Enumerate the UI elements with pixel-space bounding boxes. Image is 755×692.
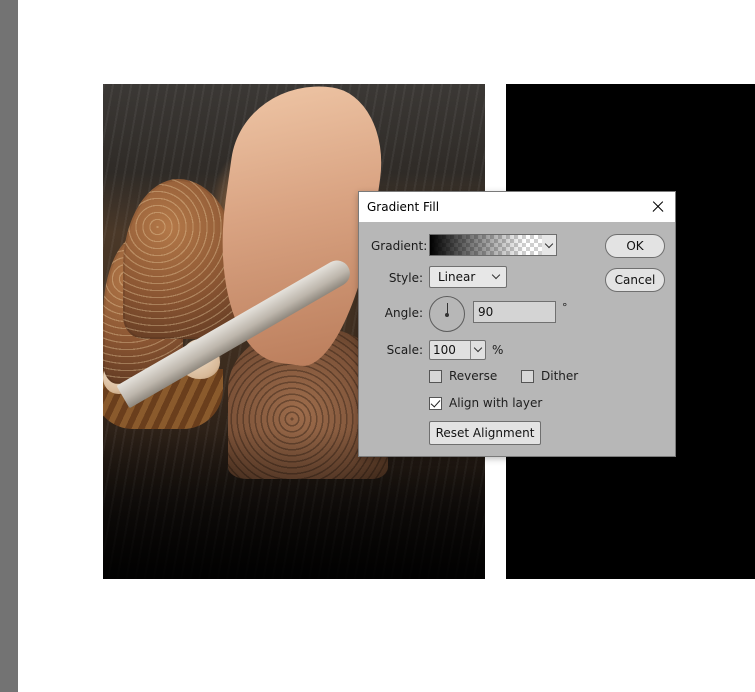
- gradient-ramp: [430, 235, 542, 255]
- gradient-dropdown-button[interactable]: [542, 234, 557, 256]
- dialog-title: Gradient Fill: [367, 200, 440, 214]
- cancel-button[interactable]: Cancel: [605, 268, 665, 292]
- reverse-checkbox-row[interactable]: Reverse: [429, 369, 497, 383]
- angle-label: Angle:: [384, 306, 423, 320]
- angle-hub: [445, 313, 449, 317]
- gradient-fill-dialog: Gradient Fill Gradient: Style: Linear An…: [358, 191, 676, 457]
- align-with-layer-checkbox-row[interactable]: Align with layer: [429, 396, 542, 410]
- reverse-checkbox[interactable]: [429, 369, 442, 383]
- scale-value: 100: [433, 343, 456, 357]
- align-with-layer-label: Align with layer: [449, 396, 543, 410]
- reset-alignment-button[interactable]: Reset Alignment: [429, 421, 541, 445]
- ok-button[interactable]: OK: [605, 234, 665, 258]
- chevron-down-icon: [544, 239, 554, 249]
- gradient-swatch[interactable]: [429, 234, 543, 256]
- align-with-layer-checkbox[interactable]: [429, 396, 442, 410]
- angle-dial[interactable]: [429, 296, 465, 332]
- dither-label: Dither: [541, 369, 579, 383]
- angle-input[interactable]: 90: [473, 301, 556, 323]
- scale-label: Scale:: [386, 343, 423, 357]
- dither-checkbox[interactable]: [521, 369, 534, 383]
- scale-combo[interactable]: 100: [429, 340, 486, 360]
- close-icon[interactable]: [649, 198, 667, 216]
- chevron-down-icon: [473, 343, 483, 353]
- scale-divider: [470, 341, 471, 359]
- dialog-titlebar[interactable]: Gradient Fill: [359, 192, 675, 222]
- left-toolbar-edge: [0, 0, 18, 692]
- style-label: Style:: [388, 271, 423, 285]
- style-value: Linear: [438, 270, 476, 284]
- chevron-down-icon: [491, 270, 501, 280]
- percent-unit: %: [492, 343, 504, 357]
- gradient-label: Gradient:: [371, 239, 428, 253]
- dither-checkbox-row[interactable]: Dither: [521, 369, 578, 383]
- style-select[interactable]: Linear: [429, 266, 507, 288]
- degree-unit: °: [562, 301, 568, 314]
- reverse-label: Reverse: [449, 369, 498, 383]
